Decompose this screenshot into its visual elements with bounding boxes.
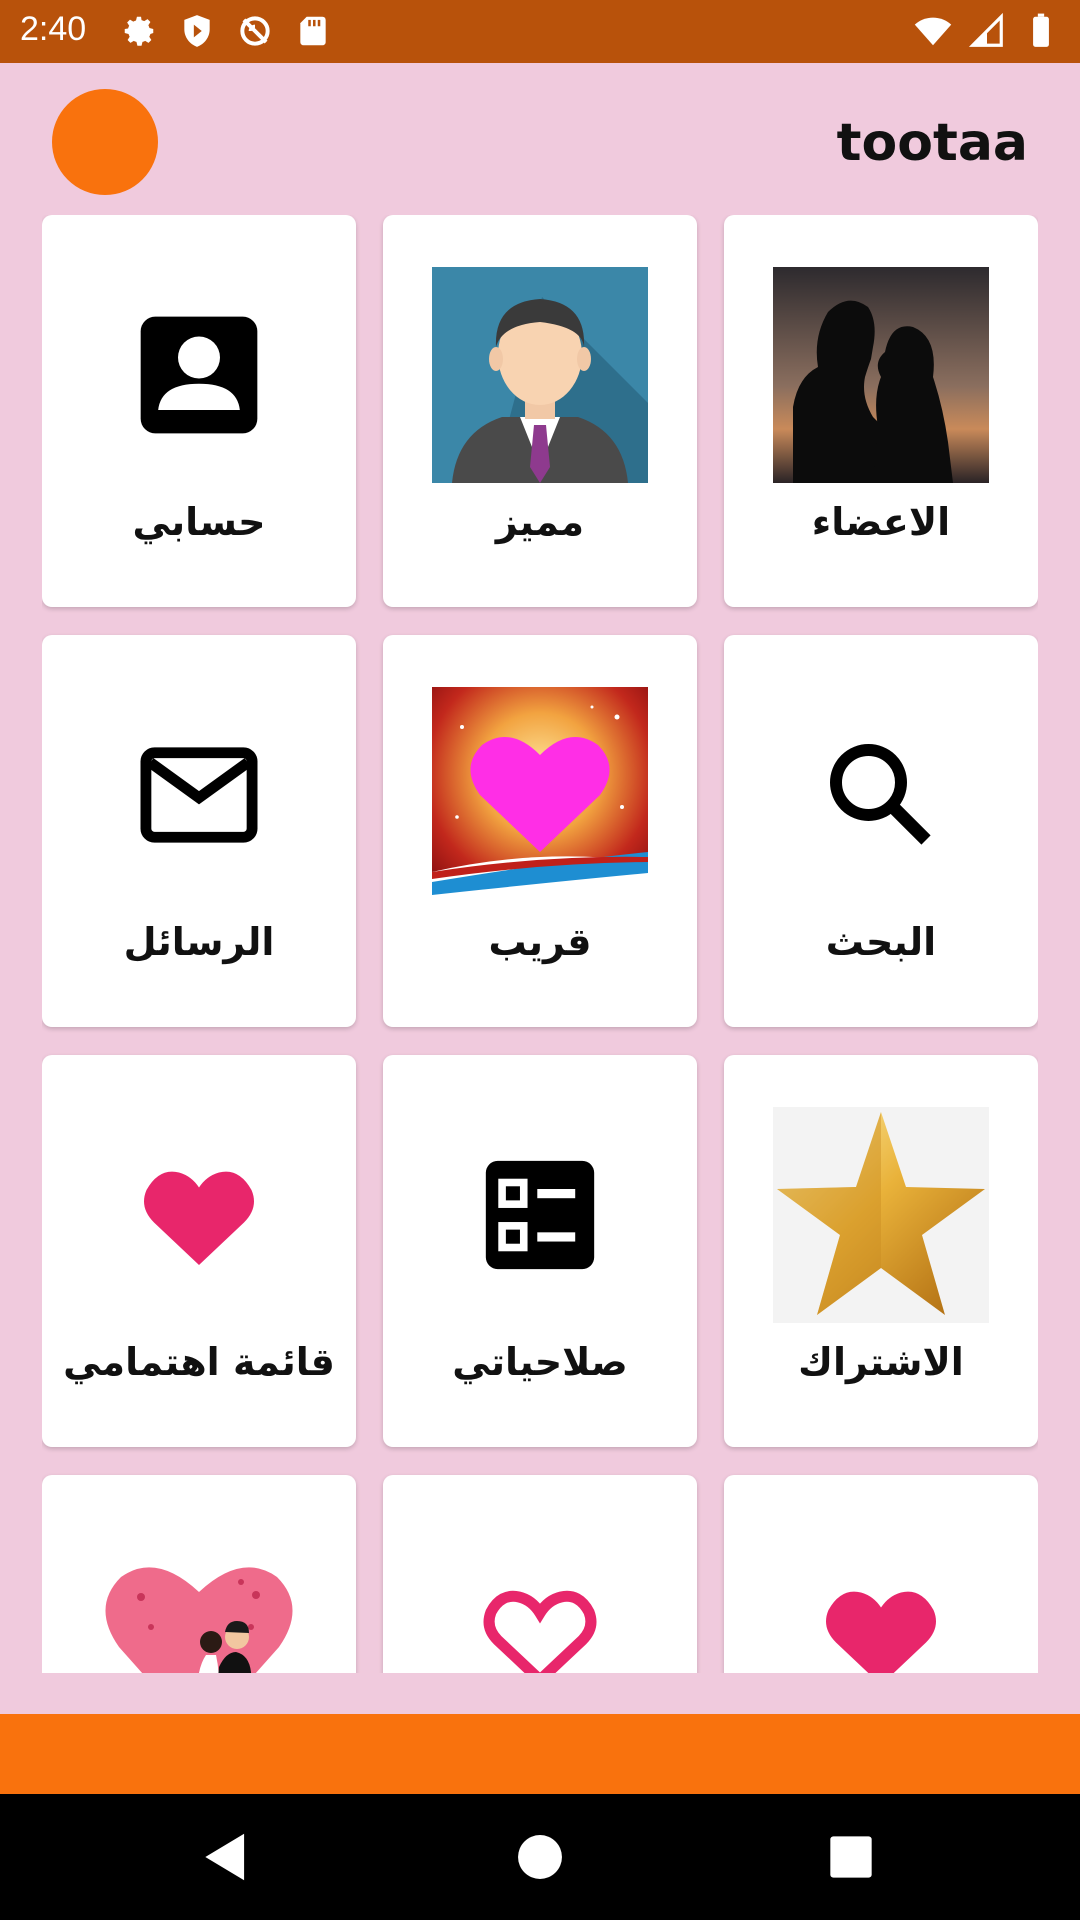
tile-liked-me[interactable] [383,1475,697,1673]
back-icon[interactable] [195,1826,257,1888]
app-header: tootaa [0,63,1080,213]
mail-icon [91,687,307,903]
tile-members[interactable]: الاعضاء [724,215,1038,607]
tile-label: صلاحياتي [452,1340,628,1384]
signal-icon [968,12,1003,47]
gold-star-icon [773,1107,989,1323]
battery-icon [1033,13,1049,47]
app-title: tootaa [836,113,1028,173]
tile-label: الرسائل [123,920,275,964]
tile-marriage[interactable] [42,1475,356,1673]
tile-label: الاشتراك [798,1340,964,1384]
tile-permissions[interactable]: صلاحياتي [383,1055,697,1447]
status-bar: 2:40 [0,0,1080,63]
shield-icon [184,15,210,47]
tile-nearby[interactable]: قريب [383,635,697,1027]
bottom-banner [0,1714,1080,1794]
recents-icon[interactable] [820,1826,882,1888]
businessman-icon [432,267,648,483]
tile-label: حسابي [132,500,266,544]
tile-favorites-list[interactable]: قائمة اهتمامي [42,1055,356,1447]
tile-premium[interactable]: مميز [383,215,697,607]
heart-icon [91,1107,307,1323]
home-icon[interactable] [509,1826,571,1888]
no-sync-icon [240,16,270,46]
system-nav-bar [0,1794,1080,1920]
heart-card-icon [432,687,648,903]
heart-icon [773,1527,989,1673]
tile-my-account[interactable]: حسابي [42,215,356,607]
tile-label: قريب [488,920,592,964]
couple-photo-icon [773,267,989,483]
tile-label: البحث [825,920,937,964]
tile-label: قائمة اهتمامي [63,1340,335,1384]
tile-subscription[interactable]: الاشتراك [724,1055,1038,1447]
checklist-icon [432,1107,648,1323]
status-time: 2:40 [20,10,87,48]
wedding-couple-icon [91,1527,307,1673]
tile-likes[interactable] [724,1475,1038,1673]
sd-card-icon [300,16,326,46]
search-icon [773,687,989,903]
heart-outline-icon [432,1527,648,1673]
avatar[interactable] [52,89,158,195]
status-icons-right [914,12,1060,50]
tile-search[interactable]: البحث [724,635,1038,1027]
tile-label: مميز [495,500,585,544]
gear-icon [124,16,154,46]
wifi-icon [914,17,952,46]
account-box-icon [91,267,307,483]
status-icons-left [120,12,332,50]
menu-grid: الاعضاء مميز حسابي البحث قريب الرسائل ال… [42,215,1038,1673]
tile-label: الاعضاء [811,500,951,544]
tile-messages[interactable]: الرسائل [42,635,356,1027]
